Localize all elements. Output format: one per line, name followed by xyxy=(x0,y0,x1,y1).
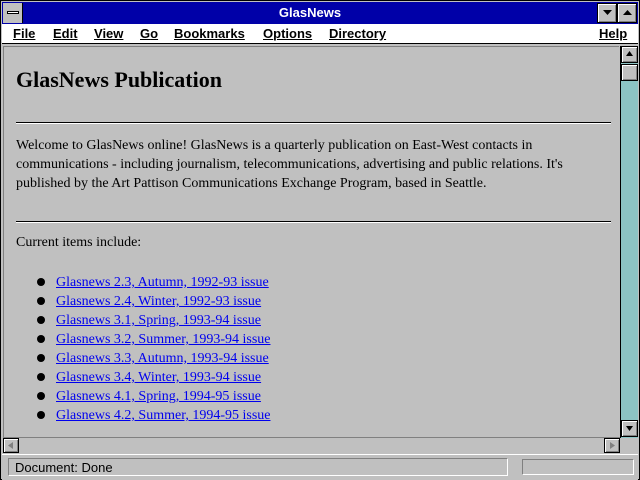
bullet-icon xyxy=(37,392,45,400)
menu-edit[interactable]: Edit xyxy=(53,24,78,43)
list-item: Glasnews 4.1, Spring, 1994-95 issue xyxy=(4,387,270,406)
maximize-button[interactable] xyxy=(617,3,637,23)
bullet-icon xyxy=(37,354,45,362)
bullet-icon xyxy=(37,278,45,286)
menu-directory[interactable]: Directory xyxy=(329,24,386,43)
maximize-arrow-icon xyxy=(623,10,632,15)
status-bar: Document: Done xyxy=(2,454,638,480)
items-intro: Current items include: xyxy=(16,235,142,250)
vertical-scrollbar[interactable] xyxy=(620,46,638,438)
bullet-icon xyxy=(37,411,45,419)
list-item: Glasnews 4.2, Summer, 1994-95 issue xyxy=(4,406,270,425)
issue-link[interactable]: Glasnews 4.1, Spring, 1994-95 issue xyxy=(56,389,261,404)
issue-link[interactable]: Glasnews 3.2, Summer, 1993-94 issue xyxy=(56,332,270,347)
bullet-icon xyxy=(37,297,45,305)
list-item: Glasnews 3.2, Summer, 1993-94 issue xyxy=(4,330,270,349)
list-item: Glasnews 2.3, Autumn, 1992-93 issue xyxy=(4,273,270,292)
menu-help[interactable]: Help xyxy=(599,24,627,43)
left-arrow-icon xyxy=(8,442,13,449)
bullet-icon xyxy=(37,373,45,381)
menu-go[interactable]: Go xyxy=(140,24,158,43)
menu-file[interactable]: File xyxy=(13,24,35,43)
horizontal-scrollbar[interactable] xyxy=(3,437,620,453)
issue-link[interactable]: Glasnews 2.4, Winter, 1992-93 issue xyxy=(56,294,261,309)
scroll-right-button[interactable] xyxy=(604,438,620,453)
window-title: GlasNews xyxy=(278,5,342,20)
divider xyxy=(16,221,611,223)
browser-window: GlasNews File Edit View Go Bookmarks Opt… xyxy=(0,0,640,480)
scroll-left-button[interactable] xyxy=(3,438,19,453)
divider xyxy=(16,122,611,124)
menu-bookmarks[interactable]: Bookmarks xyxy=(174,24,245,43)
scroll-up-button[interactable] xyxy=(621,46,638,63)
intro-paragraph: Welcome to GlasNews online! GlasNews is … xyxy=(16,138,563,191)
issue-link[interactable]: Glasnews 3.4, Winter, 1993-94 issue xyxy=(56,370,261,385)
system-menu-icon xyxy=(7,11,19,14)
list-item: Glasnews 3.3, Autumn, 1993-94 issue xyxy=(4,349,270,368)
title-bar: GlasNews xyxy=(2,2,638,24)
minimize-arrow-icon xyxy=(603,10,612,15)
minimize-button[interactable] xyxy=(597,3,617,23)
menu-options[interactable]: Options xyxy=(263,24,312,43)
menu-bar: File Edit View Go Bookmarks Options Dire… xyxy=(2,24,638,44)
down-arrow-icon xyxy=(626,426,633,431)
up-arrow-icon xyxy=(626,51,633,56)
list-item: Glasnews 3.1, Spring, 1993-94 issue xyxy=(4,311,270,330)
right-arrow-icon xyxy=(610,442,615,449)
list-item: Glasnews 3.4, Winter, 1993-94 issue xyxy=(4,368,270,387)
page-title: GlasNews Publication xyxy=(16,67,222,92)
issue-link[interactable]: Glasnews 3.1, Spring, 1993-94 issue xyxy=(56,313,261,328)
system-menu-button[interactable] xyxy=(3,3,23,23)
progress-indicator xyxy=(522,459,634,475)
scroll-down-button[interactable] xyxy=(621,420,638,437)
issue-link[interactable]: Glasnews 2.3, Autumn, 1992-93 issue xyxy=(56,275,269,290)
scroll-thumb[interactable] xyxy=(621,64,638,81)
document-view: GlasNews Publication Welcome to GlasNews… xyxy=(3,46,619,437)
status-text: Document: Done xyxy=(8,458,508,476)
issue-link[interactable]: Glasnews 3.3, Autumn, 1993-94 issue xyxy=(56,351,269,366)
menu-view[interactable]: View xyxy=(94,24,123,43)
bullet-icon xyxy=(37,335,45,343)
bullet-icon xyxy=(37,316,45,324)
issue-link[interactable]: Glasnews 4.2, Summer, 1994-95 issue xyxy=(56,408,270,423)
list-item: Glasnews 2.4, Winter, 1992-93 issue xyxy=(4,292,270,311)
issue-list: Glasnews 2.3, Autumn, 1992-93 issue Glas… xyxy=(4,273,270,425)
